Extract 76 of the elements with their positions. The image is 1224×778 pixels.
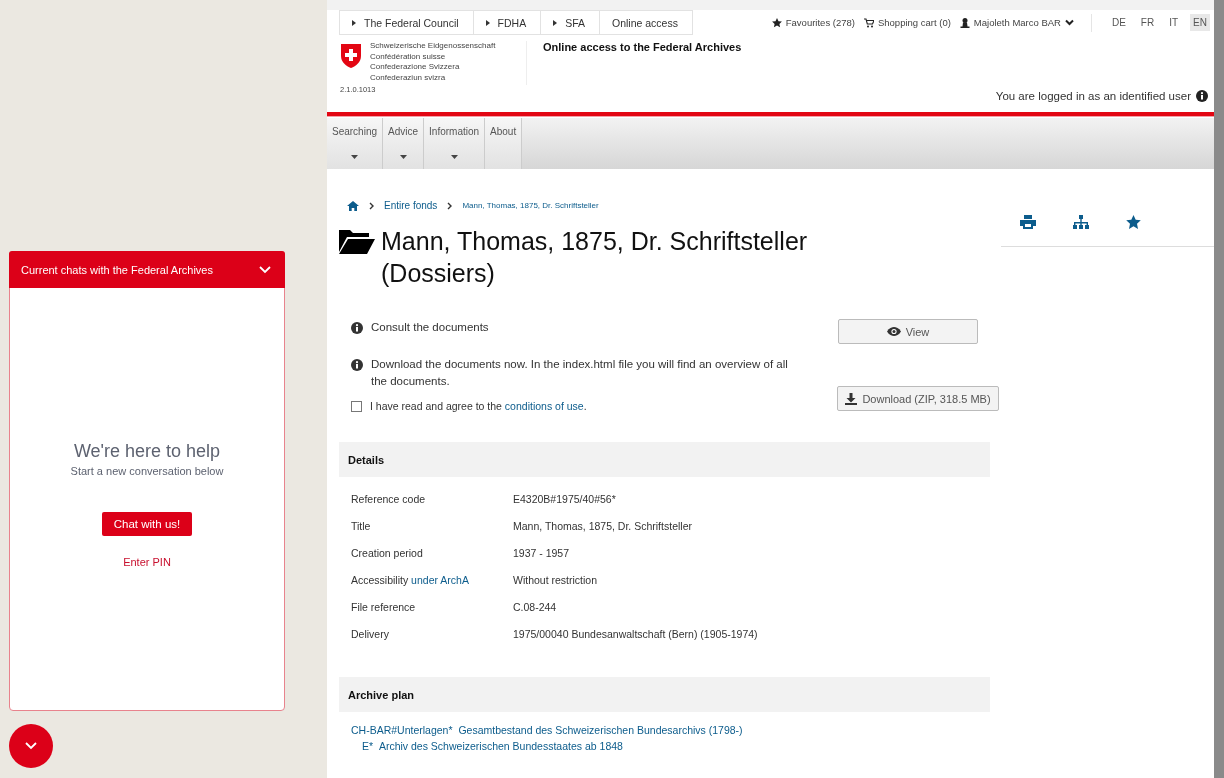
nav-tab[interactable]: Information — [424, 118, 486, 169]
field-label: Title — [351, 519, 372, 532]
favourites-link[interactable]: Favourites (278) — [771, 17, 855, 28]
field-value: C.08-244 — [513, 600, 557, 613]
language-link[interactable]: FR — [1137, 14, 1158, 31]
breadcrumb-link[interactable]: Entire fonds — [384, 200, 438, 211]
consult-text: Consult the documents — [371, 320, 489, 335]
agree-label: I have read and agree to the conditions of use. — [370, 400, 587, 412]
chat-title: Current chats with the Federal Archives — [21, 263, 213, 276]
field-label: Delivery — [351, 627, 390, 640]
breadcrumb-link[interactable]: Online access — [600, 11, 693, 34]
login-status: You are logged in as an identified user — [995, 90, 1191, 102]
user-menu[interactable]: Majoleth Marco BAR — [959, 17, 1074, 28]
field-label: File reference — [351, 600, 417, 613]
chat-button[interactable]: Chat with us! — [101, 512, 193, 536]
language-link[interactable]: IT — [1166, 14, 1182, 31]
user-icon — [959, 17, 970, 28]
star-icon[interactable] — [1126, 215, 1141, 229]
shopping-cart-link[interactable]: Shopping cart (0) — [863, 17, 951, 28]
breadcrumb-link[interactable]: SFA — [541, 11, 600, 34]
folder-icon — [339, 228, 375, 254]
field-value: 1937 - 1957 — [513, 546, 570, 559]
triangle-icon — [352, 19, 356, 26]
home-link[interactable] — [347, 200, 359, 211]
star-icon — [771, 17, 782, 28]
enter-pin-link[interactable]: Enter PIN — [123, 556, 171, 568]
language-link[interactable]: EN — [1190, 14, 1210, 31]
info-icon — [351, 359, 363, 371]
archa-link[interactable]: under ArchA — [411, 573, 469, 586]
field-value: E4320B#1975/40#56* — [513, 492, 616, 505]
breadcrumb-link[interactable]: The Federal Council — [340, 11, 474, 34]
chevron-right-icon — [447, 201, 453, 210]
language-link[interactable]: DE — [1108, 14, 1129, 31]
eye-icon — [886, 327, 901, 336]
swiss-flag-icon — [340, 43, 362, 69]
field-value: Mann, Thomas, 1875, Dr. Schriftsteller — [513, 519, 692, 532]
chat-subheading: Start a new conversation below — [70, 465, 224, 477]
archive-plan-link[interactable]: E* Archiv des Schweizerischen Bundesstaates ab 1848 — [362, 740, 623, 752]
field-value: 1975/00040 Bundesanwaltschaft (Bern) (1905-1974) — [513, 627, 758, 640]
triangle-icon — [485, 19, 490, 26]
page-title: Mann, Thomas, 1875, Dr. Schriftsteller (Dossiers) — [381, 226, 809, 289]
hierarchy-icon[interactable] — [1073, 215, 1089, 230]
archive-plan-link[interactable]: CH-BAR#Unterlagen* Gesamtbestand des Schweizerischen Bundesarchivs (1798-) — [351, 724, 743, 736]
confederation-name: Confederazione Svizzera — [370, 62, 461, 73]
confederation-name: Confédération suisse — [370, 51, 447, 62]
confederation-name: Schweizerische Eidgenossenschaft — [370, 41, 496, 52]
info-icon — [351, 322, 363, 334]
info-icon[interactable] — [1196, 90, 1208, 102]
conditions-link[interactable]: conditions of use — [504, 400, 584, 412]
chevron-down-icon — [25, 742, 37, 750]
breadcrumb-link[interactable]: Mann, Thomas, 1875, Dr. Schriftsteller — [462, 201, 599, 210]
breadcrumb-link[interactable]: FDHA — [473, 11, 542, 34]
field-value: Without restriction — [513, 573, 598, 586]
section-title: Details — [348, 453, 385, 466]
agree-checkbox[interactable] — [351, 400, 362, 412]
nav-tab[interactable]: Advice — [383, 118, 425, 169]
field-label: Creation period — [351, 546, 424, 559]
section-title: Archive plan — [348, 688, 415, 701]
chevron-down-icon[interactable] — [259, 265, 271, 274]
download-button[interactable]: Download (ZIP, 318.5 MB) — [837, 386, 999, 411]
print-icon[interactable] — [1020, 215, 1036, 229]
view-button[interactable]: View — [838, 319, 978, 344]
field-label: Accessibility under ArchA — [351, 573, 470, 586]
download-icon — [845, 392, 858, 405]
cart-icon — [863, 17, 874, 28]
chevron-down-icon — [1064, 19, 1074, 26]
collapse-chat-button[interactable] — [9, 724, 53, 768]
chevron-right-icon — [369, 201, 374, 210]
site-title: Online access to the Federal Archives — [543, 41, 743, 53]
field-label: Reference code — [351, 492, 427, 505]
confederation-name: Confederaziun svizra — [370, 72, 447, 83]
triangle-icon — [553, 19, 558, 26]
nav-tab[interactable]: Searching — [327, 118, 384, 169]
download-text: Download the documents now. In the index.html file you will find an overview of all the documents. — [371, 357, 789, 389]
nav-tab[interactable]: About — [485, 118, 523, 169]
chat-heading: We're here to help — [73, 441, 221, 462]
